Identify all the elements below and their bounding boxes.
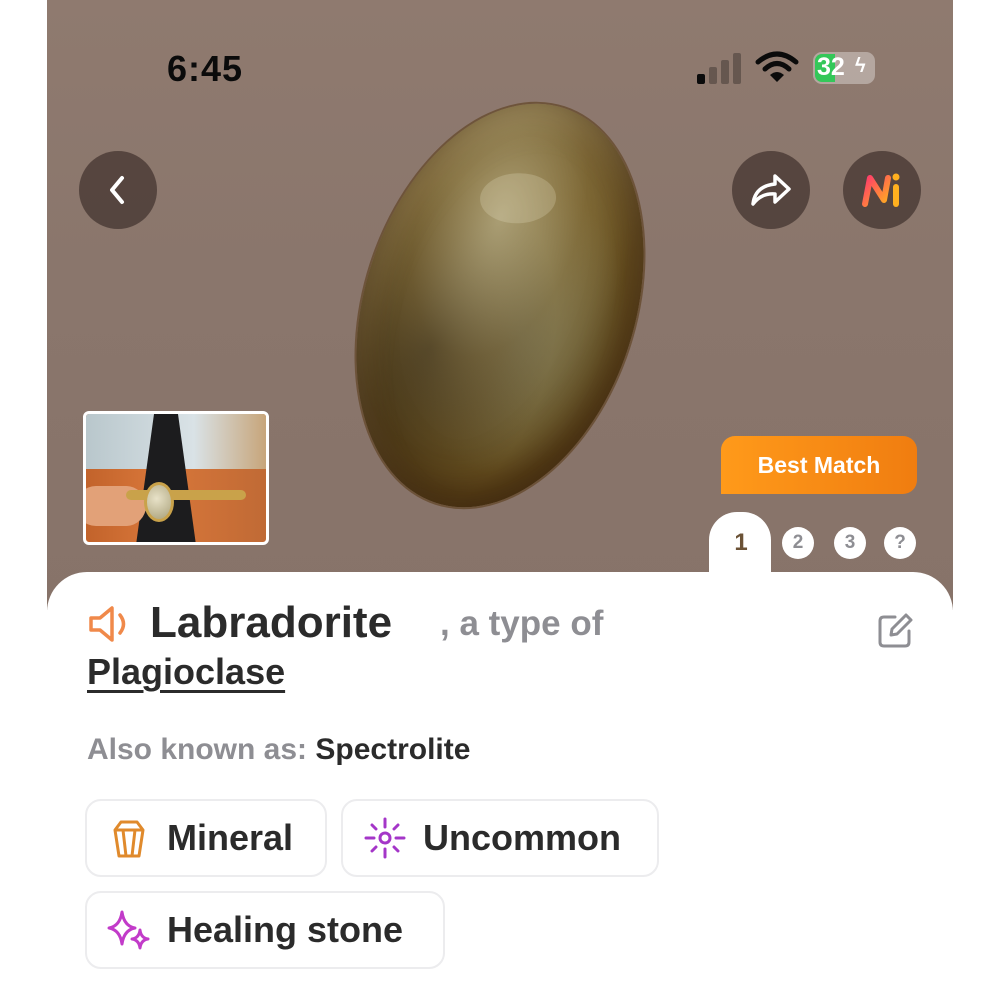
tag-healing-stone-label: Healing stone (167, 909, 404, 950)
user-photo-thumbnail[interactable] (83, 411, 269, 545)
aka-value: Spectrolite (315, 733, 471, 766)
tag-healing-stone[interactable]: Healing stone (85, 891, 445, 969)
crystal-icon (113, 820, 145, 858)
page-3-indicator[interactable]: 3 (834, 527, 866, 559)
best-match-badge: Best Match (721, 436, 917, 494)
phone-screen: 6:45 32 ϟ Best Match 1 2 3 ? Labradorite… (47, 0, 953, 1000)
ai-assistant-button[interactable] (843, 151, 921, 229)
back-button[interactable] (79, 151, 157, 229)
page-unknown-indicator[interactable]: ? (884, 527, 916, 559)
sparkle-sun-icon (364, 817, 406, 859)
page-2-indicator[interactable]: 2 (782, 527, 814, 559)
speaker-icon[interactable] (87, 604, 139, 644)
edit-icon[interactable] (875, 611, 915, 651)
species-name: Labradorite (150, 598, 393, 647)
specimen-photo (307, 66, 693, 545)
chevron-left-icon (110, 176, 124, 204)
aka-label: Also known as: (87, 733, 308, 766)
sparkles-icon (107, 910, 150, 950)
charging-bolt-icon: ϟ (855, 55, 866, 77)
status-time: 6:45 (167, 48, 244, 89)
battery-indicator: 32 ϟ (813, 52, 875, 84)
tag-mineral[interactable]: Mineral (85, 799, 327, 877)
type-of-label: , a type of (440, 604, 604, 643)
share-arrow-icon (751, 174, 791, 206)
wifi-icon (755, 51, 799, 82)
tag-mineral-label: Mineral (167, 817, 294, 858)
battery-level: 32 (817, 53, 845, 81)
ai-logo-icon (862, 173, 900, 207)
tag-uncommon[interactable]: Uncommon (341, 799, 659, 877)
page-1-indicator[interactable]: 1 (725, 527, 757, 559)
tag-uncommon-label: Uncommon (423, 817, 621, 858)
parent-species-link[interactable]: Plagioclase (87, 651, 285, 693)
hero-image-area: 6:45 32 ϟ Best Match (47, 0, 953, 610)
share-button[interactable] (732, 151, 810, 229)
also-known-as: Also known as: Spectrolite (87, 733, 470, 767)
cellular-signal-icon (697, 52, 743, 84)
